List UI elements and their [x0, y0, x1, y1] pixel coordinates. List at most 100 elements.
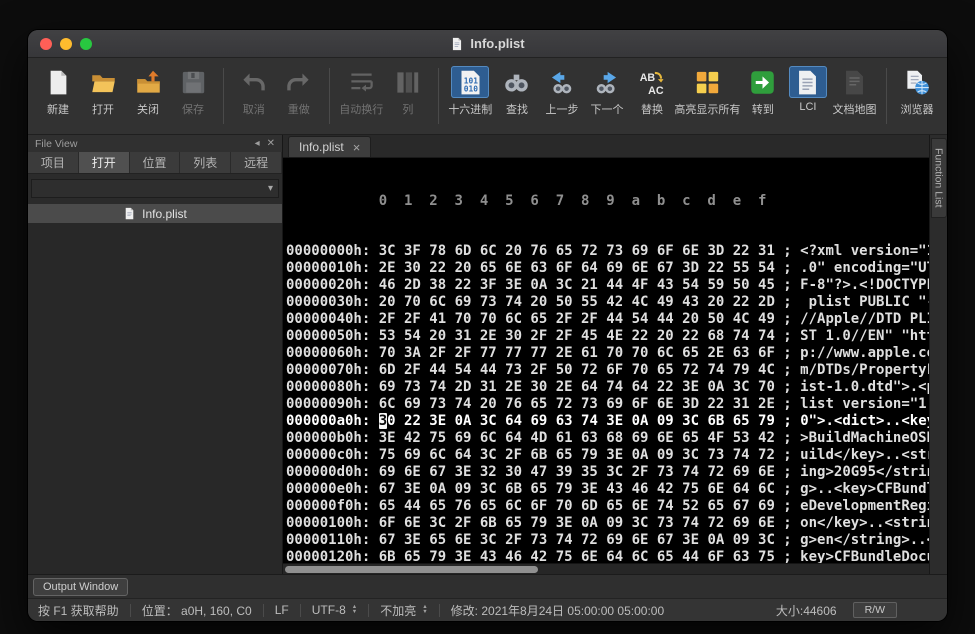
- file-view-tab-list[interactable]: 列表: [180, 152, 231, 173]
- scrollbar-thumb[interactable]: [285, 566, 538, 573]
- document-icon: [450, 37, 464, 51]
- toolbar-button-find-previous[interactable]: 上一步: [542, 64, 582, 119]
- output-window-button[interactable]: Output Window: [33, 578, 128, 596]
- toolbar-button-goto[interactable]: 转到: [743, 64, 783, 119]
- toolbar-button-label: 保存: [182, 101, 204, 117]
- hex-bytes: 53 54 20 31 2E 30 2F 2F 45 4E 22 20 22 6…: [379, 328, 775, 344]
- toolbar-button-undo[interactable]: 取消: [234, 64, 274, 119]
- titlebar[interactable]: Info.plist: [28, 30, 947, 58]
- toolbar-button-word-wrap[interactable]: 自动换行: [340, 64, 383, 119]
- minimize-window-button[interactable]: [60, 38, 72, 50]
- hex-row[interactable]: 00000090h: 6C 69 73 74 20 76 65 72 73 69…: [286, 396, 929, 413]
- spinner-arrows-icon[interactable]: ▲▼: [422, 605, 427, 615]
- main-area: File View ◂ ✕ 项目打开位置列表远程 ▾ Info.plist In…: [28, 135, 947, 574]
- toolbar-button-find-next[interactable]: 下一个: [587, 64, 627, 119]
- file-view-tab-project[interactable]: 项目: [28, 152, 79, 173]
- hex-ascii: plist PUBLIC "-: [800, 294, 929, 310]
- toolbar-button-new[interactable]: 新建: [38, 64, 78, 119]
- panel-close-icon[interactable]: ✕: [267, 138, 275, 149]
- file-view-tab-remote[interactable]: 远程: [231, 152, 282, 173]
- file-view-title: File View: [35, 138, 77, 150]
- hex-ascii: m/DTDs/PropertyL: [800, 362, 929, 378]
- close-window-button[interactable]: [40, 38, 52, 50]
- toolbar-button-open[interactable]: 打开: [83, 64, 123, 119]
- hex-row[interactable]: 00000100h: 6F 6E 3C 2F 6B 65 79 3E 0A 09…: [286, 515, 929, 532]
- right-panel-strip: Function List: [929, 135, 947, 574]
- file-list: Info.plist: [28, 204, 282, 574]
- hex-row[interactable]: 000000b0h: 3E 42 75 69 6C 64 4D 61 63 68…: [286, 430, 929, 447]
- file-view-panel: File View ◂ ✕ 项目打开位置列表远程 ▾ Info.plist: [28, 135, 283, 574]
- toolbar-button-redo[interactable]: 重做: [279, 64, 319, 119]
- hex-row[interactable]: 00000080h: 69 73 74 2D 31 2E 30 2E 64 74…: [286, 379, 929, 396]
- traffic-lights: [40, 38, 92, 50]
- status-encoding-select[interactable]: UTF-8 ▲▼: [312, 603, 357, 617]
- status-highlight-select[interactable]: 不加亮 ▲▼: [380, 602, 427, 619]
- hex-bytes: 6C 69 73 74 20 76 65 72 73 69 6F 6E 3D 2…: [379, 396, 775, 412]
- toolbar-button-close[interactable]: 关闭: [128, 64, 168, 119]
- hex-address: 00000110h:: [286, 532, 379, 548]
- hex-row[interactable]: 00000050h: 53 54 20 31 2E 30 2F 2F 45 4E…: [286, 328, 929, 345]
- toolbar-button-label: 重做: [288, 101, 310, 117]
- hex-ascii: key>CFBundleDocu: [800, 549, 929, 563]
- toolbar-button-hex-mode[interactable]: 101010十六进制: [449, 64, 492, 119]
- tab-info-plist[interactable]: Info.plist ×: [288, 136, 371, 157]
- toolbar-separator: [886, 68, 887, 124]
- toolbar-button-label: 替换: [641, 101, 663, 117]
- toolbar-button-columns[interactable]: 列: [388, 64, 428, 119]
- toolbar-button-find[interactable]: 查找: [497, 64, 537, 119]
- hex-bytes: 6B 65 79 3E 43 46 42 75 6E 64 6C 65 44 6…: [379, 549, 775, 563]
- toolbar-button-lci[interactable]: LCI: [788, 64, 828, 115]
- toolbar-button-document-map[interactable]: 文档地图: [833, 64, 876, 119]
- hex-ascii: .0" encoding="UT: [800, 260, 929, 276]
- svg-text:AB: AB: [640, 71, 656, 83]
- status-separator: [439, 604, 440, 617]
- tab-close-icon[interactable]: ×: [353, 141, 361, 154]
- hex-row[interactable]: 00000060h: 70 3A 2F 2F 77 77 77 2E 61 70…: [286, 345, 929, 362]
- hex-row[interactable]: 00000120h: 6B 65 79 3E 43 46 42 75 6E 64…: [286, 549, 929, 563]
- hex-row[interactable]: 00000070h: 6D 2F 44 54 44 73 2F 50 72 6F…: [286, 362, 929, 379]
- hex-address: 000000d0h:: [286, 464, 379, 480]
- hex-rows: 00000000h: 3C 3F 78 6D 6C 20 76 65 72 73…: [286, 243, 929, 563]
- hex-address: 00000080h:: [286, 379, 379, 395]
- hex-row[interactable]: 00000110h: 67 3E 65 6E 3C 2F 73 74 72 69…: [286, 532, 929, 549]
- toolbar-button-save[interactable]: 保存: [173, 64, 213, 119]
- file-view-tab-open[interactable]: 打开: [79, 152, 130, 173]
- hex-row[interactable]: 000000a0h: 30 22 3E 0A 3C 64 69 63 74 3E…: [286, 413, 929, 430]
- toolbar-button-highlight-all[interactable]: 高亮显示所有: [677, 64, 738, 119]
- function-list-tab[interactable]: Function List: [931, 138, 947, 218]
- horizontal-scrollbar[interactable]: [283, 563, 929, 574]
- desktop: Info.plist 新建打开关闭保存取消重做自动换行列101010十六进制查找…: [0, 0, 975, 634]
- file-filter-dropdown[interactable]: ▾: [31, 179, 279, 198]
- window-title: Info.plist: [470, 36, 524, 51]
- status-line-ending[interactable]: LF: [275, 603, 289, 617]
- hex-row[interactable]: 00000040h: 2F 2F 41 70 70 6C 65 2F 2F 44…: [286, 311, 929, 328]
- hex-icon: 101010: [451, 66, 489, 98]
- file-list-item[interactable]: Info.plist: [28, 204, 282, 223]
- hex-row[interactable]: 000000d0h: 69 6E 67 3E 32 30 47 39 35 3C…: [286, 464, 929, 481]
- hex-row[interactable]: 000000f0h: 65 44 65 76 65 6C 6F 70 6D 65…: [286, 498, 929, 515]
- zoom-window-button[interactable]: [80, 38, 92, 50]
- find-next-icon: [588, 66, 626, 98]
- hex-row[interactable]: 00000000h: 3C 3F 78 6D 6C 20 76 65 72 73…: [286, 243, 929, 260]
- hex-row[interactable]: 000000c0h: 75 69 6C 64 3C 2F 6B 65 79 3E…: [286, 447, 929, 464]
- spinner-arrows-icon[interactable]: ▲▼: [352, 605, 357, 615]
- toolbar-button-label: 打开: [92, 101, 114, 117]
- hex-ascii: >BuildMachineOSB: [800, 430, 929, 446]
- panel-collapse-icon[interactable]: ◂: [255, 138, 260, 149]
- hex-address: 000000c0h:: [286, 447, 379, 463]
- toolbar-button-replace[interactable]: ABAC替换: [632, 64, 672, 119]
- hex-address: 00000120h:: [286, 549, 379, 563]
- hex-caret: 3: [379, 413, 387, 429]
- hex-row[interactable]: 00000010h: 2E 30 22 20 65 6E 63 6F 64 69…: [286, 260, 929, 277]
- hex-row[interactable]: 000000e0h: 67 3E 0A 09 3C 6B 65 79 3E 43…: [286, 481, 929, 498]
- status-rw-toggle[interactable]: R/W: [853, 602, 897, 618]
- hex-bytes: 69 73 74 2D 31 2E 30 2E 64 74 64 22 3E 0…: [379, 379, 775, 395]
- hex-row[interactable]: 00000020h: 46 2D 38 22 3F 3E 0A 3C 21 44…: [286, 277, 929, 294]
- chevron-down-icon: ▾: [268, 183, 273, 194]
- hex-view[interactable]: 0 1 2 3 4 5 6 7 8 9 a b c d e f 00000000…: [283, 158, 929, 563]
- hex-row[interactable]: 00000030h: 20 70 6C 69 73 74 20 50 55 42…: [286, 294, 929, 311]
- hex-ascii: on</key>..<strin: [800, 515, 929, 531]
- toolbar-button-browser[interactable]: 浏览器: [897, 64, 937, 119]
- window-title-group: Info.plist: [28, 30, 947, 57]
- file-view-tab-location[interactable]: 位置: [130, 152, 181, 173]
